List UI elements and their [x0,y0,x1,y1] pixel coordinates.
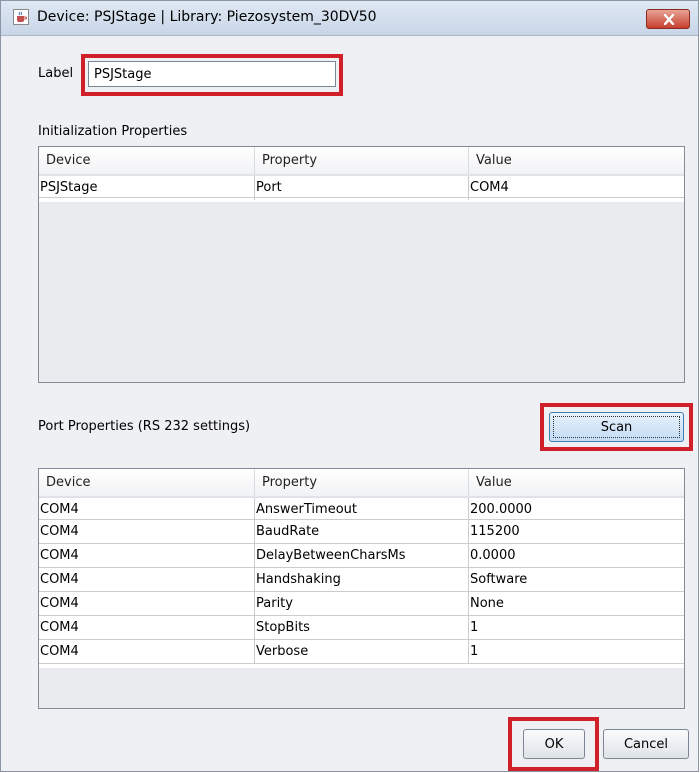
cell-device[interactable]: COM4 [39,544,254,568]
cell-device[interactable]: COM4 [39,568,254,592]
column-header-property[interactable]: Property [262,153,317,168]
cell-value[interactable]: 0.0000 [468,544,684,568]
column-header-property[interactable]: Property [262,475,317,490]
table-empty-area [39,202,684,382]
close-icon [663,14,675,25]
table-row[interactable]: COM4 Verbose 1 [39,640,684,664]
cell-device[interactable]: COM4 [39,640,254,664]
cell-device[interactable]: COM4 [39,592,254,616]
cell-value[interactable]: 1 [468,640,684,664]
table-row[interactable]: COM4 DelayBetweenCharsMs 0.0000 [39,544,684,568]
scan-button[interactable]: Scan [549,412,684,442]
table-row[interactable]: COM4 Parity None [39,592,684,616]
port-props-heading: Port Properties (RS 232 settings) [38,419,251,434]
table-empty-area [39,668,684,708]
init-props-heading: Initialization Properties [38,124,188,139]
cell-value[interactable]: None [468,592,684,616]
table-row[interactable]: COM4 StopBits 1 [39,616,684,640]
cell-property[interactable]: Verbose [254,640,468,664]
table-row[interactable]: COM4 Handshaking Software [39,568,684,592]
cell-property[interactable]: BaudRate [254,520,468,544]
cancel-button[interactable]: Cancel [603,729,689,759]
cell-value[interactable]: 1 [468,616,684,640]
cell-device[interactable]: COM4 [39,520,254,544]
table-header: Device Property Value [39,147,684,175]
cell-value[interactable]: 115200 [468,520,684,544]
init-properties-table: Device Property Value PSJStage Port COM4 [38,146,685,383]
focus-ring [553,416,680,438]
ok-button[interactable]: OK [523,729,585,759]
label-input[interactable] [88,61,336,87]
column-header-value[interactable]: Value [476,153,512,168]
column-header-device[interactable]: Device [46,153,90,168]
column-header-value[interactable]: Value [476,475,512,490]
cell-property[interactable]: DelayBetweenCharsMs [254,544,468,568]
port-properties-table: Device Property Value COM4 AnswerTimeout 2… [38,468,685,709]
title-bar: Device: PSJStage | Library: Piezosystem_… [1,1,698,36]
cell-device[interactable]: COM4 [39,616,254,640]
java-cup-icon [13,9,29,25]
label-caption: Label [38,66,74,81]
table-header: Device Property Value [39,469,684,497]
cell-value[interactable]: Software [468,568,684,592]
cell-property[interactable]: StopBits [254,616,468,640]
close-button[interactable] [646,9,690,29]
row-divider [39,663,684,664]
row-divider [39,197,684,198]
cell-property[interactable]: Parity [254,592,468,616]
window-title: Device: PSJStage | Library: Piezosystem_… [37,9,377,25]
device-dialog: Device: PSJStage | Library: Piezosystem_… [0,0,699,772]
cell-property[interactable]: Handshaking [254,568,468,592]
table-row[interactable]: COM4 BaudRate 115200 [39,520,684,544]
column-header-device[interactable]: Device [46,475,90,490]
